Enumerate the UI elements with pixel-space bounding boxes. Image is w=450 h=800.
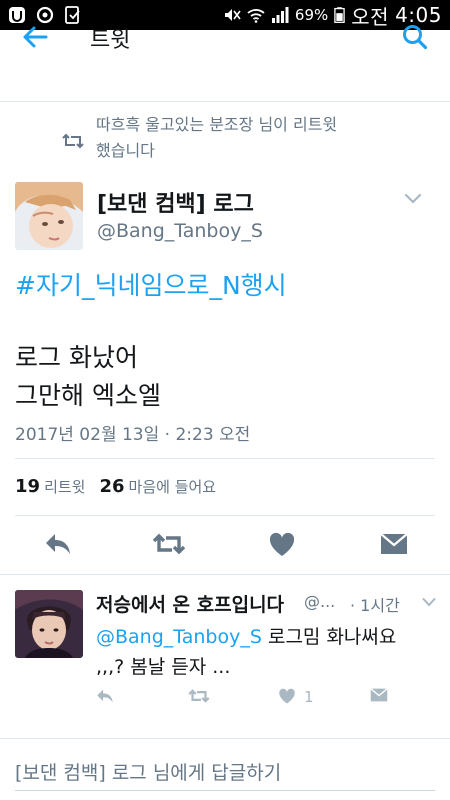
- like-count[interactable]: 26: [99, 476, 124, 497]
- author-avatar-image: [15, 182, 83, 250]
- reply-compose-input[interactable]: [보댄 컴백] 로그 님에게 답글하기: [15, 758, 281, 785]
- reply-author-avatar-image: [15, 590, 83, 658]
- reply-icon[interactable]: [44, 532, 72, 556]
- status-bar: 69% 오전 4:05: [0, 0, 450, 30]
- reply-mention[interactable]: @Bang_Tanboy_S: [96, 626, 262, 648]
- retweet-context-text[interactable]: 따흐흑 울고있는 분조장 님이 리트윗했습니다: [96, 112, 346, 164]
- chevron-down-icon[interactable]: [422, 597, 436, 608]
- reply-text-line: @Bang_Tanboy_S 로그밈 화나써요: [96, 622, 396, 649]
- reply-author-avatar[interactable]: [15, 590, 83, 658]
- battery-percent: 69%: [294, 6, 329, 24]
- reply-author-handle[interactable]: @...: [304, 592, 335, 611]
- tweet-hashtag[interactable]: #자기_닉네임으로_N행시: [15, 266, 287, 302]
- heart-icon[interactable]: [268, 532, 296, 558]
- reply-icon[interactable]: [96, 688, 114, 704]
- download-notification-icon: [65, 6, 80, 24]
- direct-message-icon[interactable]: [370, 688, 388, 702]
- tweet-text-line: 그만해 엑소엘: [15, 381, 161, 410]
- author-handle[interactable]: @Bang_Tanboy_S: [97, 220, 263, 242]
- app-bar: [0, 30, 450, 102]
- search-icon[interactable]: [400, 22, 430, 52]
- retweet-count[interactable]: 19: [15, 476, 40, 497]
- tweet-stats: 19 리트윗 26 마음에 들어요: [15, 476, 230, 497]
- retweet-icon[interactable]: [152, 532, 186, 556]
- heart-icon[interactable]: [278, 688, 296, 705]
- reply-text-line: ,,,? 봄날 듣자 ...: [96, 656, 231, 678]
- like-count-label[interactable]: 마음에 들어요: [129, 478, 217, 496]
- chevron-down-icon[interactable]: [404, 192, 422, 206]
- divider: [0, 574, 450, 575]
- signal-icon: [271, 7, 289, 23]
- reply-author-name[interactable]: 저승에서 온 호프입니다: [96, 590, 284, 617]
- retweet-count-label[interactable]: 리트윗: [44, 478, 85, 496]
- tweet-timestamp: 2017년 02월 13일 · 2:23 오전: [15, 425, 251, 445]
- battery-icon: [334, 7, 345, 23]
- retweet-icon[interactable]: [188, 688, 210, 704]
- input-underline: [15, 790, 435, 791]
- wifi-icon: [247, 9, 265, 23]
- direct-message-icon[interactable]: [380, 533, 408, 555]
- divider: [15, 458, 435, 459]
- reply-like-count: 1: [304, 688, 314, 706]
- retweet-context-icon: [62, 133, 84, 149]
- reply-text: 로그밈 화나써요: [261, 626, 397, 648]
- page-title: 트윗: [90, 28, 131, 53]
- divider: [15, 515, 435, 516]
- author-avatar[interactable]: [15, 182, 83, 250]
- mute-icon: [224, 9, 241, 21]
- clock-ampm: 오전: [351, 4, 390, 29]
- author-display-name[interactable]: [보댄 컴백] 로그: [97, 186, 254, 218]
- reply-time: · 1시간: [350, 596, 400, 615]
- back-arrow-icon[interactable]: [20, 22, 50, 52]
- tweet-text-line: 로그 화났어: [15, 343, 138, 372]
